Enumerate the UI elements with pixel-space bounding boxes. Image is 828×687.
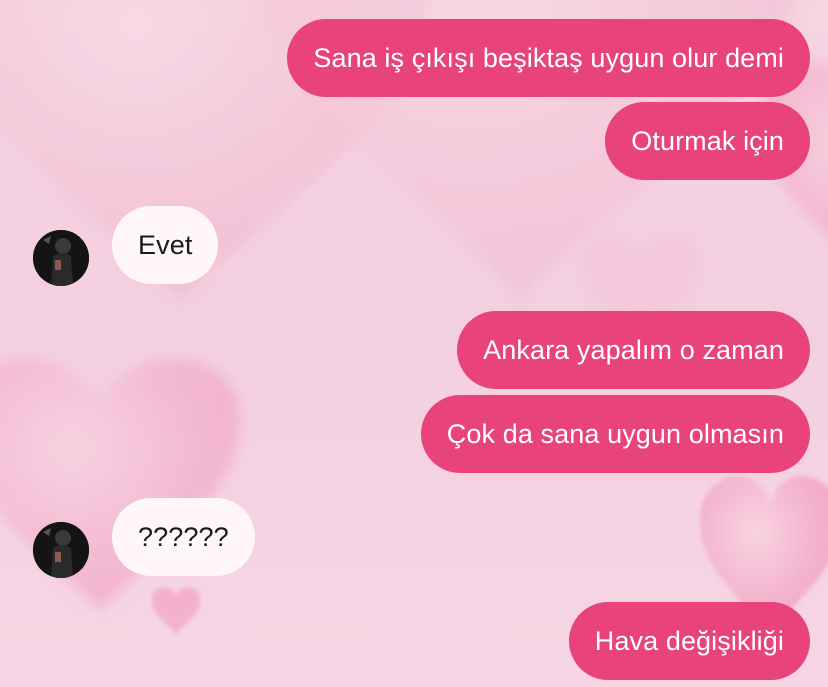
outgoing-message[interactable]: Ankara yapalım o zaman (457, 311, 810, 389)
incoming-message[interactable]: ?????? (112, 498, 255, 576)
profile-photo-icon (33, 230, 89, 286)
incoming-message[interactable]: Evet (112, 206, 219, 284)
message-text: Oturmak için (631, 125, 784, 156)
message-text: ?????? (138, 521, 229, 552)
message-text: Hava değişikliği (594, 625, 784, 656)
avatar[interactable] (33, 230, 89, 286)
profile-photo-icon (33, 522, 89, 578)
message-text: Evet (138, 229, 193, 260)
outgoing-message[interactable]: Oturmak için (605, 102, 810, 180)
outgoing-message[interactable]: Çok da sana uygun olmasın (420, 395, 810, 473)
message-text: Ankara yapalım o zaman (483, 334, 784, 365)
avatar[interactable] (33, 522, 89, 578)
outgoing-message[interactable]: Hava değişikliği (568, 602, 810, 680)
message-text: Sana iş çıkışı beşiktaş uygun olur demi (313, 42, 784, 73)
message-text: Çok da sana uygun olmasın (446, 418, 784, 449)
outgoing-message[interactable]: Sana iş çıkışı beşiktaş uygun olur demi (287, 19, 810, 97)
